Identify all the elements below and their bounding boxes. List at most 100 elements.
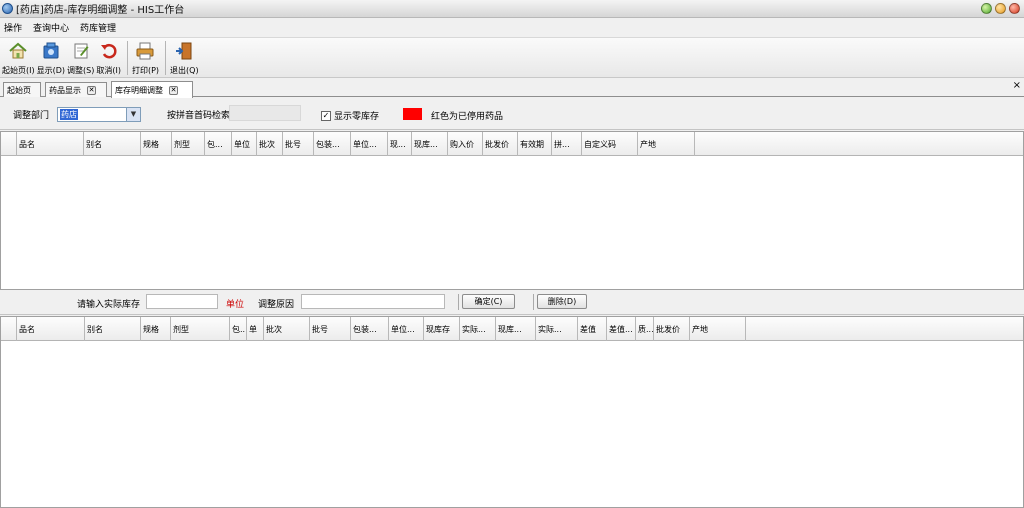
print-button-label: 打印(P): [131, 66, 160, 75]
col-custom-code[interactable]: 自定义码: [582, 132, 638, 156]
adjust-bar: 请输入实际库存 单位 调整原因 确定(C) 删除(D): [0, 290, 1024, 315]
col-origin[interactable]: 产地: [638, 132, 695, 156]
home-icon: [9, 42, 27, 59]
col-lot-number[interactable]: 批号: [283, 132, 314, 156]
cancel-button[interactable]: 取消(I): [96, 38, 121, 78]
app-globe-icon: [2, 3, 13, 14]
col-spec[interactable]: 规格: [141, 317, 171, 341]
col-unit[interactable]: 单: [247, 317, 264, 341]
menu-bar: 操作 查询中心 药库管理: [0, 18, 1024, 37]
col-wholesale-price[interactable]: 批发价: [483, 132, 518, 156]
col-pack[interactable]: 包...: [205, 132, 232, 156]
filter-bar: 调整部门 药店 ▼ 按拼音首码检索 显示零库存 红色为已停用药品: [0, 98, 1024, 130]
col-origin[interactable]: 产地: [690, 317, 746, 341]
col-current-stock-2[interactable]: 现库...: [496, 317, 536, 341]
tab-drug-display[interactable]: 药品显示 ✕: [45, 82, 107, 97]
col-name[interactable]: 品名: [17, 317, 85, 341]
col-wholesale-price[interactable]: 批发价: [654, 317, 690, 341]
chevron-down-icon[interactable]: ▼: [126, 108, 140, 121]
window-title: [药店]药店-库存明细调整 - HIS工作台: [16, 5, 185, 16]
document-tabs: 起始页 药品显示 ✕ 库存明细调整 ✕ ×: [0, 78, 1024, 98]
stock-list-grid[interactable]: 品名 别名 规格 剂型 包... 单位 批次 批号 包装... 单位... 现.…: [0, 131, 1024, 290]
printer-icon: [136, 42, 154, 60]
col-batch[interactable]: 批次: [257, 132, 283, 156]
delete-button[interactable]: 删除(D): [537, 294, 587, 309]
adjust-reason-input[interactable]: [301, 294, 445, 309]
close-all-icon[interactable]: ×: [1013, 81, 1021, 91]
menu-pharmacy-management[interactable]: 药库管理: [80, 21, 116, 34]
adjust-button-label: 调整(S): [67, 66, 95, 75]
col-packing[interactable]: 包装...: [351, 317, 389, 341]
col-pack[interactable]: 包...: [230, 317, 247, 341]
tab-start-page[interactable]: 起始页: [3, 82, 41, 97]
his-workbench-window: [药店]药店-库存明细调整 - HIS工作台 操作 查询中心 药库管理 起始页(…: [0, 0, 1024, 508]
col-dosage-form[interactable]: 剂型: [171, 317, 230, 341]
exit-icon: [176, 42, 192, 60]
col-alias[interactable]: 别名: [84, 132, 141, 156]
col-difference[interactable]: 差值: [578, 317, 607, 341]
col-unit-2[interactable]: 单位...: [389, 317, 424, 341]
col-current-stock[interactable]: 现库存: [424, 317, 460, 341]
window-controls: [981, 3, 1020, 14]
menu-query-center[interactable]: 查询中心: [33, 21, 69, 34]
row-indicator-header: [1, 317, 17, 341]
col-packing[interactable]: 包装...: [314, 132, 351, 156]
col-expiry[interactable]: 有效期: [518, 132, 552, 156]
pinyin-search-label: 按拼音首码检索: [167, 111, 231, 121]
display-icon: [43, 42, 59, 59]
col-purchase-price[interactable]: 购入价: [448, 132, 483, 156]
exit-button[interactable]: 退出(Q): [170, 38, 199, 78]
separator: [533, 294, 534, 310]
col-current-stock[interactable]: 现库...: [412, 132, 448, 156]
col-batch[interactable]: 批次: [264, 317, 310, 341]
col-difference-2[interactable]: 差值...: [607, 317, 636, 341]
title-bar: [药店]药店-库存明细调整 - HIS工作台: [0, 0, 1024, 18]
col-dosage-form[interactable]: 剂型: [172, 132, 205, 156]
tab-drug-display-label: 药品显示: [49, 85, 81, 95]
show-zero-stock-checkbox[interactable]: ✓: [321, 111, 331, 121]
col-actual-2[interactable]: 实际...: [536, 317, 578, 341]
dept-select[interactable]: 药店 ▼: [57, 107, 141, 122]
col-alias[interactable]: 别名: [85, 317, 141, 341]
tab-close-icon[interactable]: ✕: [169, 85, 178, 95]
menu-operate[interactable]: 操作: [4, 21, 22, 34]
col-quality[interactable]: 质...: [636, 317, 654, 341]
disabled-drug-color-swatch: [403, 108, 422, 120]
col-unit-2[interactable]: 单位...: [351, 132, 388, 156]
minimize-icon[interactable]: [981, 3, 992, 14]
tab-close-icon[interactable]: ✕: [87, 85, 96, 95]
toolbar-separator: [165, 41, 167, 75]
adjust-list-grid[interactable]: 品名 别名 规格 剂型 包... 单 批次 批号 包装... 单位... 现库存…: [0, 316, 1024, 508]
unit-label: 单位: [226, 300, 245, 310]
col-lot-number[interactable]: 批号: [310, 317, 351, 341]
legend-text: 红色为已停用药品: [431, 112, 504, 122]
col-name[interactable]: 品名: [17, 132, 84, 156]
row-indicator-header: [1, 132, 17, 156]
dept-select-value: 药店: [60, 109, 78, 120]
toolbar: 起始页(I) 显示(D) 调整(S) 取消(I) 打印(P) 退出(Q): [0, 37, 1024, 78]
tab-stock-adjust-label: 库存明细调整: [115, 85, 163, 95]
col-spec[interactable]: 规格: [141, 132, 172, 156]
adjust-reason-label: 调整原因: [258, 300, 295, 310]
maximize-icon[interactable]: [995, 3, 1006, 14]
adjust-button[interactable]: 调整(S): [67, 38, 94, 78]
col-actual[interactable]: 实际...: [460, 317, 496, 341]
print-button[interactable]: 打印(P): [132, 38, 159, 78]
actual-stock-input[interactable]: [146, 294, 218, 309]
display-button[interactable]: 显示(D): [37, 38, 65, 78]
display-button-label: 显示(D): [36, 66, 66, 75]
home-button[interactable]: 起始页(I): [2, 38, 35, 78]
close-icon[interactable]: [1009, 3, 1020, 14]
col-current[interactable]: 现...: [388, 132, 412, 156]
show-zero-stock-label: 显示零库存: [334, 112, 380, 122]
tab-start-page-label: 起始页: [7, 85, 31, 95]
confirm-button[interactable]: 确定(C): [462, 294, 515, 309]
toolbar-separator: [126, 41, 128, 75]
pinyin-search-input[interactable]: [229, 105, 301, 121]
col-unit[interactable]: 单位: [232, 132, 257, 156]
tab-stock-adjust[interactable]: 库存明细调整 ✕: [111, 81, 193, 98]
actual-stock-label: 请输入实际库存: [77, 300, 141, 310]
home-button-label: 起始页(I): [2, 66, 35, 75]
dept-label: 调整部门: [13, 111, 50, 121]
col-pinyin[interactable]: 拼...: [552, 132, 582, 156]
